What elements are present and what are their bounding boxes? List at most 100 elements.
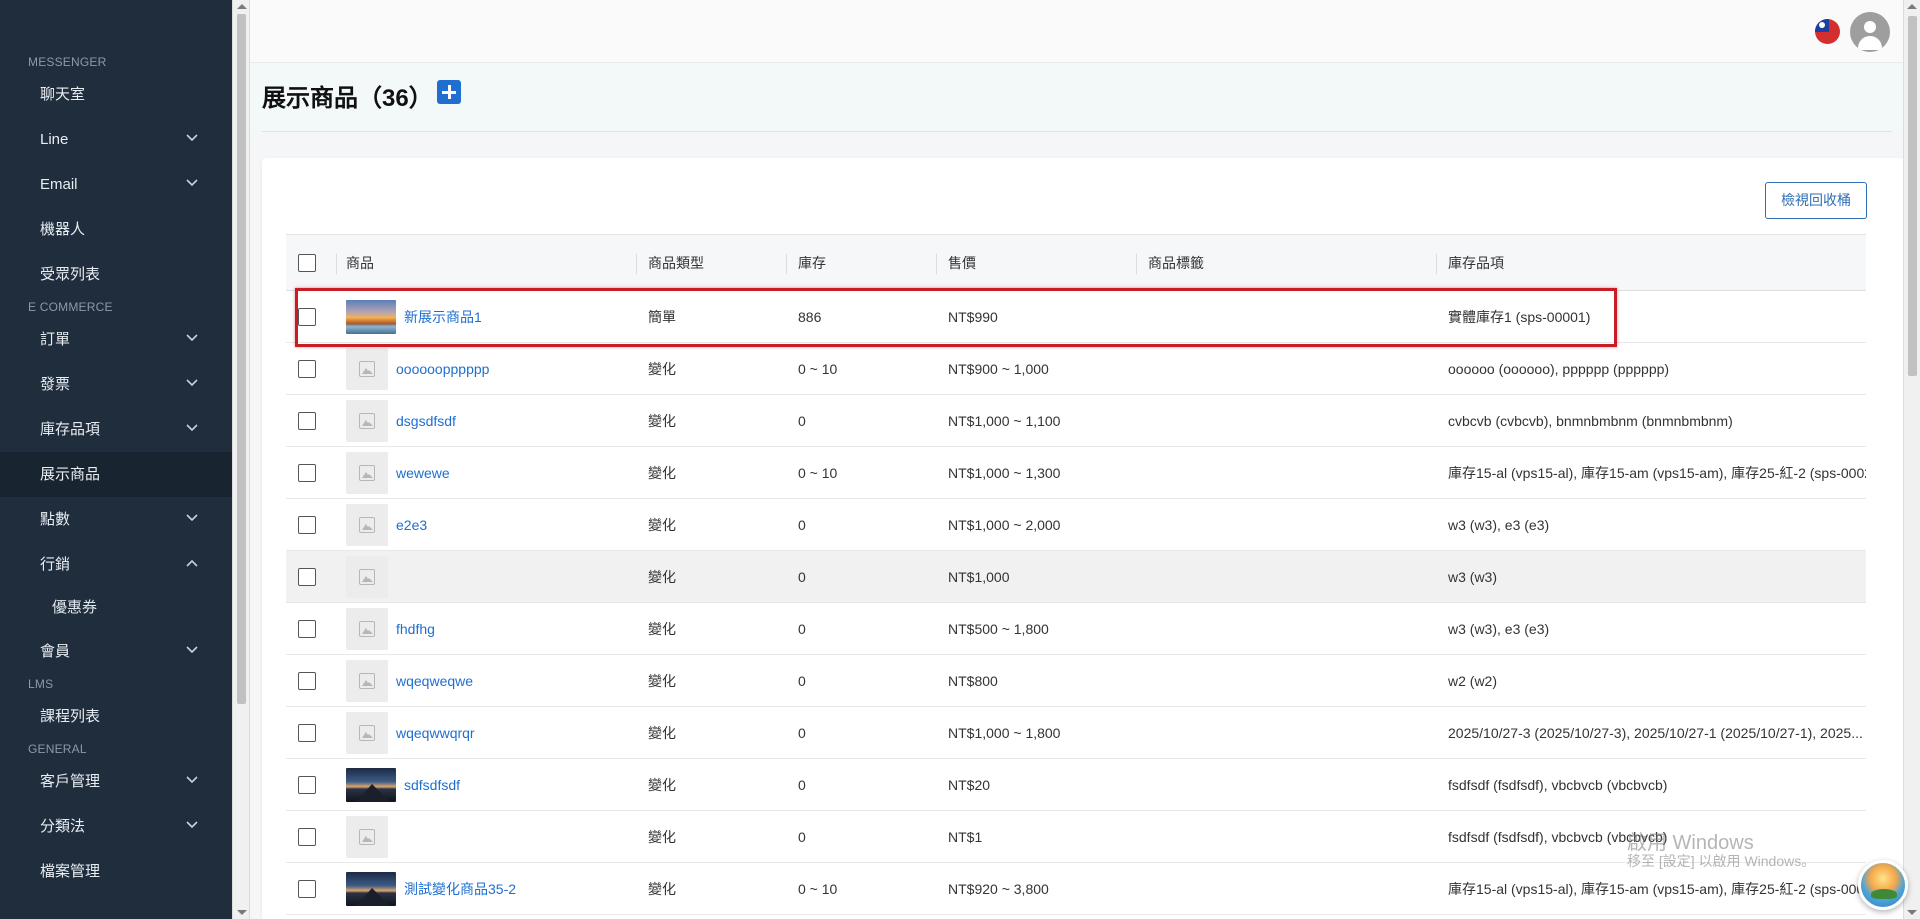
product-name-link[interactable]: wqeqweqwe xyxy=(396,673,473,689)
column-header-stock[interactable]: 庫存 xyxy=(798,235,938,290)
table-row[interactable]: dsgsdfsdf 變化 0 NT$1,000 ~ 1,100 cvbcvb (cvbc… xyxy=(286,395,1866,447)
table-row[interactable]: wewewe 變化 0 ~ 10 NT$1,000 ~ 1,300 庫存15-al (v… xyxy=(286,447,1866,499)
table-row[interactable]: 變化 0 NT$1,000 w3 (w3) xyxy=(286,551,1866,603)
scroll-up-arrow-icon[interactable] xyxy=(237,4,247,9)
row-checkbox[interactable] xyxy=(298,567,316,586)
product-thumbnail xyxy=(346,767,396,802)
sidebar-item-label: 行銷 xyxy=(40,556,71,573)
scrollbar-thumb[interactable] xyxy=(237,14,246,704)
sidebar-item[interactable]: Line xyxy=(0,117,232,162)
product-tags xyxy=(1148,707,1438,758)
table-row[interactable]: 新展示商品1 簡單 886 NT$990 實體庫存1 (sps-00001) xyxy=(286,291,1866,343)
scroll-up-arrow-icon[interactable] xyxy=(1907,4,1917,9)
product-name-link[interactable]: e2e3 xyxy=(396,517,427,533)
sidebar-item[interactable]: 庫存品項 xyxy=(0,407,232,452)
product-name-link[interactable]: sdfsdfsdf xyxy=(404,777,460,793)
scroll-down-arrow-icon[interactable] xyxy=(1907,910,1917,915)
sidebar: MESSENGER 聊天室 Line Email 機器人 受眾列表 E COMMERCE 訂單… xyxy=(0,0,232,919)
product-type: 變化 xyxy=(648,880,676,897)
column-header-product[interactable]: 商品 xyxy=(346,235,586,290)
column-header-tags[interactable]: 商品標籤 xyxy=(1148,235,1438,290)
sidebar-item[interactable]: 檔案管理 xyxy=(0,849,232,894)
row-checkbox[interactable] xyxy=(298,619,316,638)
table-row[interactable]: wqeqweqwe 變化 0 NT$800 w2 (w2) xyxy=(286,655,1866,707)
table-row[interactable]: e2e3 變化 0 NT$1,000 ~ 2,000 w3 (w3), e3 (e3) xyxy=(286,499,1866,551)
sidebar-item[interactable]: 分類法 xyxy=(0,804,232,849)
page-scrollbar[interactable] xyxy=(1903,0,1920,919)
chevron-down-icon xyxy=(186,759,198,804)
page-header xyxy=(250,63,1903,131)
product-inventory-items: 庫存15-al (vps15-al), 庫存15-am (vps15-am), … xyxy=(1448,464,1866,481)
sidebar-scrollbar[interactable] xyxy=(232,0,250,919)
product-type: 變化 xyxy=(648,412,676,429)
column-header-type[interactable]: 商品類型 xyxy=(648,235,788,290)
product-name-link[interactable]: dsgsdfsdf xyxy=(396,413,456,429)
sidebar-item[interactable]: 行銷 xyxy=(0,542,232,587)
chat-widget-icon[interactable] xyxy=(1858,860,1908,910)
table-row[interactable]: sdfsdfsdf 變化 0 NT$20 fsdfsdf (fsdfsdf), vbcb… xyxy=(286,759,1866,811)
chevron-down-icon xyxy=(186,629,198,674)
row-checkbox[interactable] xyxy=(298,775,316,794)
row-checkbox[interactable] xyxy=(298,463,316,482)
add-product-button[interactable] xyxy=(437,80,461,104)
product-price: NT$1 xyxy=(948,828,983,845)
sidebar-item[interactable]: 點數 xyxy=(0,497,232,542)
product-name-link[interactable]: wqeqwwqrqr xyxy=(396,725,475,741)
sidebar-item-label: 庫存品項 xyxy=(40,421,101,438)
scrollbar-thumb[interactable] xyxy=(1908,16,1917,376)
column-header-price[interactable]: 售價 xyxy=(948,235,1138,290)
product-thumbnail xyxy=(346,871,396,906)
product-price: NT$1,000 ~ 1,100 xyxy=(948,412,1061,429)
product-name-link[interactable]: 新展示商品1 xyxy=(404,307,482,327)
image-placeholder-icon xyxy=(346,451,388,494)
table-row[interactable]: wqeqwwqrqr 變化 0 NT$1,000 ~ 1,800 2025/10/27-… xyxy=(286,707,1866,759)
view-recycle-bin-button[interactable]: 檢視回收桶 xyxy=(1765,182,1867,219)
product-tags xyxy=(1148,655,1438,706)
product-name-link[interactable]: 測試變化商品35-2 xyxy=(404,879,516,899)
product-price: NT$500 ~ 1,800 xyxy=(948,620,1049,637)
sidebar-item[interactable]: 課程列表 xyxy=(0,694,232,739)
scroll-down-arrow-icon[interactable] xyxy=(237,910,247,915)
sidebar-item-label: 聊天室 xyxy=(40,86,86,103)
sidebar-item-label: 受眾列表 xyxy=(40,266,101,283)
product-type: 變化 xyxy=(648,776,676,793)
product-type: 變化 xyxy=(648,724,676,741)
sidebar-item[interactable]: 發票 xyxy=(0,362,232,407)
row-checkbox[interactable] xyxy=(298,671,316,690)
row-checkbox[interactable] xyxy=(298,879,316,898)
product-name-link[interactable]: oooooopppppp xyxy=(396,361,489,377)
sidebar-subitem[interactable]: 優惠券 xyxy=(0,587,232,629)
sidebar-item[interactable]: 機器人 xyxy=(0,207,232,252)
row-checkbox[interactable] xyxy=(298,359,316,378)
row-checkbox[interactable] xyxy=(298,827,316,846)
product-tags xyxy=(1148,447,1438,498)
row-checkbox[interactable] xyxy=(298,515,316,534)
sidebar-item-label: 課程列表 xyxy=(40,708,101,725)
sidebar-item[interactable]: Email xyxy=(0,162,232,207)
table-row[interactable]: fhdfhg 變化 0 NT$500 ~ 1,800 w3 (w3), e3 (e3) xyxy=(286,603,1866,655)
sidebar-item-label: 會員 xyxy=(40,643,71,660)
row-checkbox[interactable] xyxy=(298,411,316,430)
product-price: NT$1,000 ~ 2,000 xyxy=(948,516,1061,533)
column-header-inventory[interactable]: 庫存品項 xyxy=(1448,235,1858,290)
product-tags xyxy=(1148,603,1438,654)
sidebar-item[interactable]: 展示商品 xyxy=(0,452,232,497)
product-name-link[interactable]: wewewe xyxy=(396,465,450,481)
sidebar-item[interactable]: 訂單 xyxy=(0,317,232,362)
product-stock: 0 xyxy=(798,724,806,741)
product-stock: 0 xyxy=(798,516,806,533)
product-name-link[interactable]: fhdfhg xyxy=(396,621,435,637)
sidebar-item[interactable]: 客戶管理 xyxy=(0,759,232,804)
sidebar-item[interactable]: 會員 xyxy=(0,629,232,674)
user-avatar-icon[interactable] xyxy=(1850,12,1890,52)
sidebar-item[interactable]: 受眾列表 xyxy=(0,252,232,297)
product-stock: 0 xyxy=(798,776,806,793)
chevron-down-icon xyxy=(186,317,198,362)
taiwan-flag-icon[interactable] xyxy=(1815,19,1840,44)
table-row[interactable]: oooooopppppp 變化 0 ~ 10 NT$900 ~ 1,000 oooooo… xyxy=(286,343,1866,395)
sidebar-item[interactable]: 聊天室 xyxy=(0,72,232,117)
row-checkbox[interactable] xyxy=(298,307,316,326)
sidebar-item-label: 檔案管理 xyxy=(40,863,101,880)
row-checkbox[interactable] xyxy=(298,723,316,742)
select-all-checkbox[interactable] xyxy=(298,253,316,272)
